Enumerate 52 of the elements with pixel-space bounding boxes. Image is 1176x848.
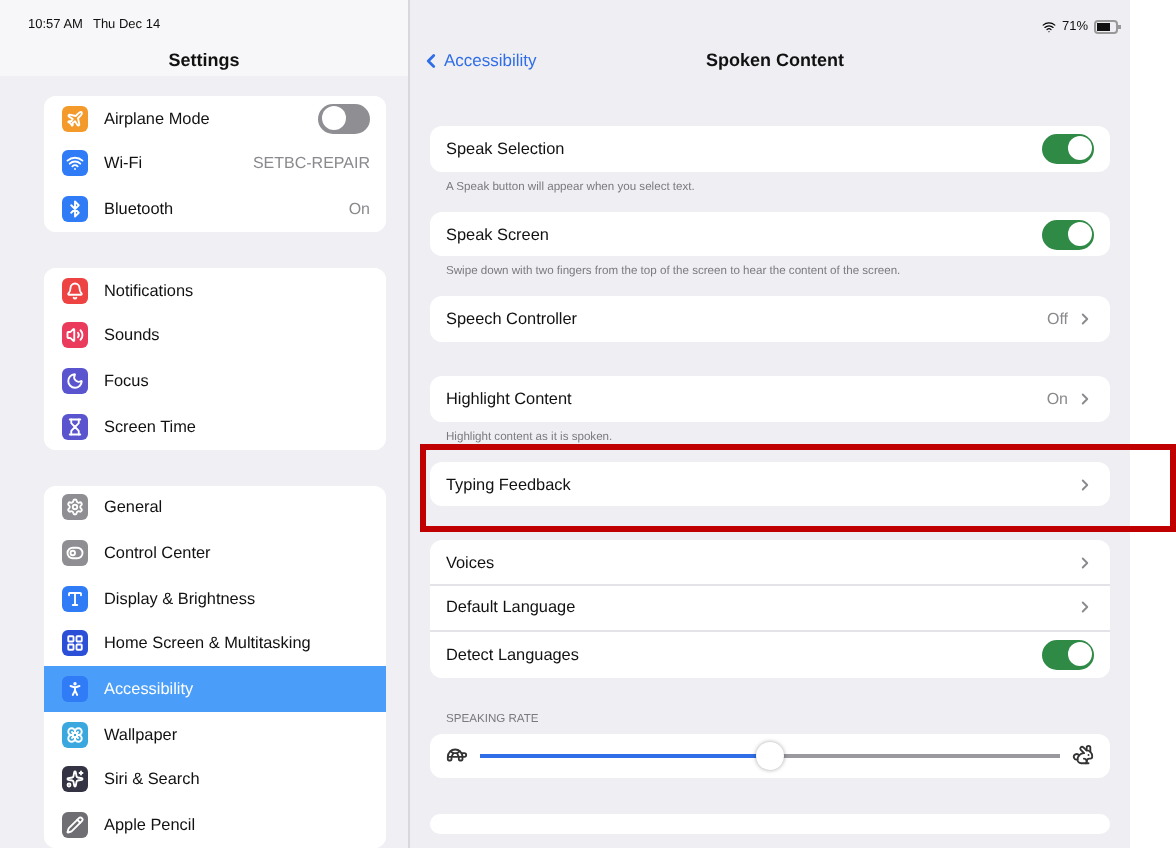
item-label: Bluetooth [104, 199, 176, 218]
row-label: Highlight Content [446, 389, 574, 408]
toggle-switch[interactable] [1042, 219, 1094, 250]
item-value: SETBC-REPAIR [252, 154, 370, 173]
row-value: Off [1046, 310, 1068, 329]
item-label: Siri & Search [104, 770, 202, 789]
row-value: On [1046, 389, 1068, 408]
turtle-icon [446, 744, 468, 766]
chevron-icon [1076, 553, 1094, 572]
row-label: Speak Screen [446, 225, 551, 244]
chevron-icon [1076, 310, 1094, 329]
item-label: Accessibility [104, 680, 196, 699]
chevron-icon [1076, 598, 1094, 617]
row-label: Typing Feedback [446, 475, 573, 494]
back-link[interactable]: Accessibility [420, 49, 537, 71]
item-label: Wallpaper [104, 725, 180, 744]
item-label: Sounds [104, 326, 162, 345]
rabbit-icon [1072, 744, 1094, 766]
item-label: Display & Brightness [104, 589, 258, 608]
item-label: Control Center [104, 544, 213, 563]
row-label: Voices [446, 553, 497, 572]
settings-row[interactable]: Speech Controller Off [430, 296, 1110, 343]
settings-row[interactable]: Default Language [430, 586, 1110, 632]
toggle-switch[interactable] [318, 103, 370, 134]
item-label: Notifications [104, 281, 196, 300]
item-value: On [348, 199, 370, 218]
settings-row[interactable]: Voices [430, 540, 1110, 587]
row-label: Speak Selection [446, 139, 567, 158]
chevron-icon [1076, 475, 1094, 494]
battery-icon [1094, 20, 1122, 34]
item-label: Apple Pencil [104, 816, 198, 835]
settings-row[interactable]: Typing Feedback [430, 461, 1110, 507]
item-label: Focus [104, 371, 151, 390]
wifi-icon [1041, 20, 1056, 34]
settings-row[interactable]: Highlight Content On [430, 376, 1110, 422]
item-label: Airplane Mode [104, 109, 212, 128]
row-label: Detect Languages [446, 645, 581, 664]
row-label: Speech Controller [446, 310, 580, 329]
page-title: Spoken Content [706, 50, 844, 70]
slider-thumb[interactable] [756, 741, 784, 769]
settings-row[interactable]: Detect Languages [430, 631, 1110, 677]
toggle-switch[interactable] [1042, 133, 1094, 164]
sidebar-title: Settings [166, 50, 242, 70]
settings-row[interactable]: Speak Selection [430, 126, 1110, 172]
settings-row[interactable]: Speak Screen [430, 211, 1110, 257]
item-label: Screen Time [104, 417, 198, 436]
item-label: Home Screen & Multitasking [104, 634, 313, 653]
row-label: Default Language [446, 598, 578, 617]
toggle-switch[interactable] [1042, 639, 1094, 670]
item-label: Wi-Fi [104, 154, 145, 173]
chevron-icon [1076, 389, 1094, 408]
item-label: General [104, 498, 165, 517]
